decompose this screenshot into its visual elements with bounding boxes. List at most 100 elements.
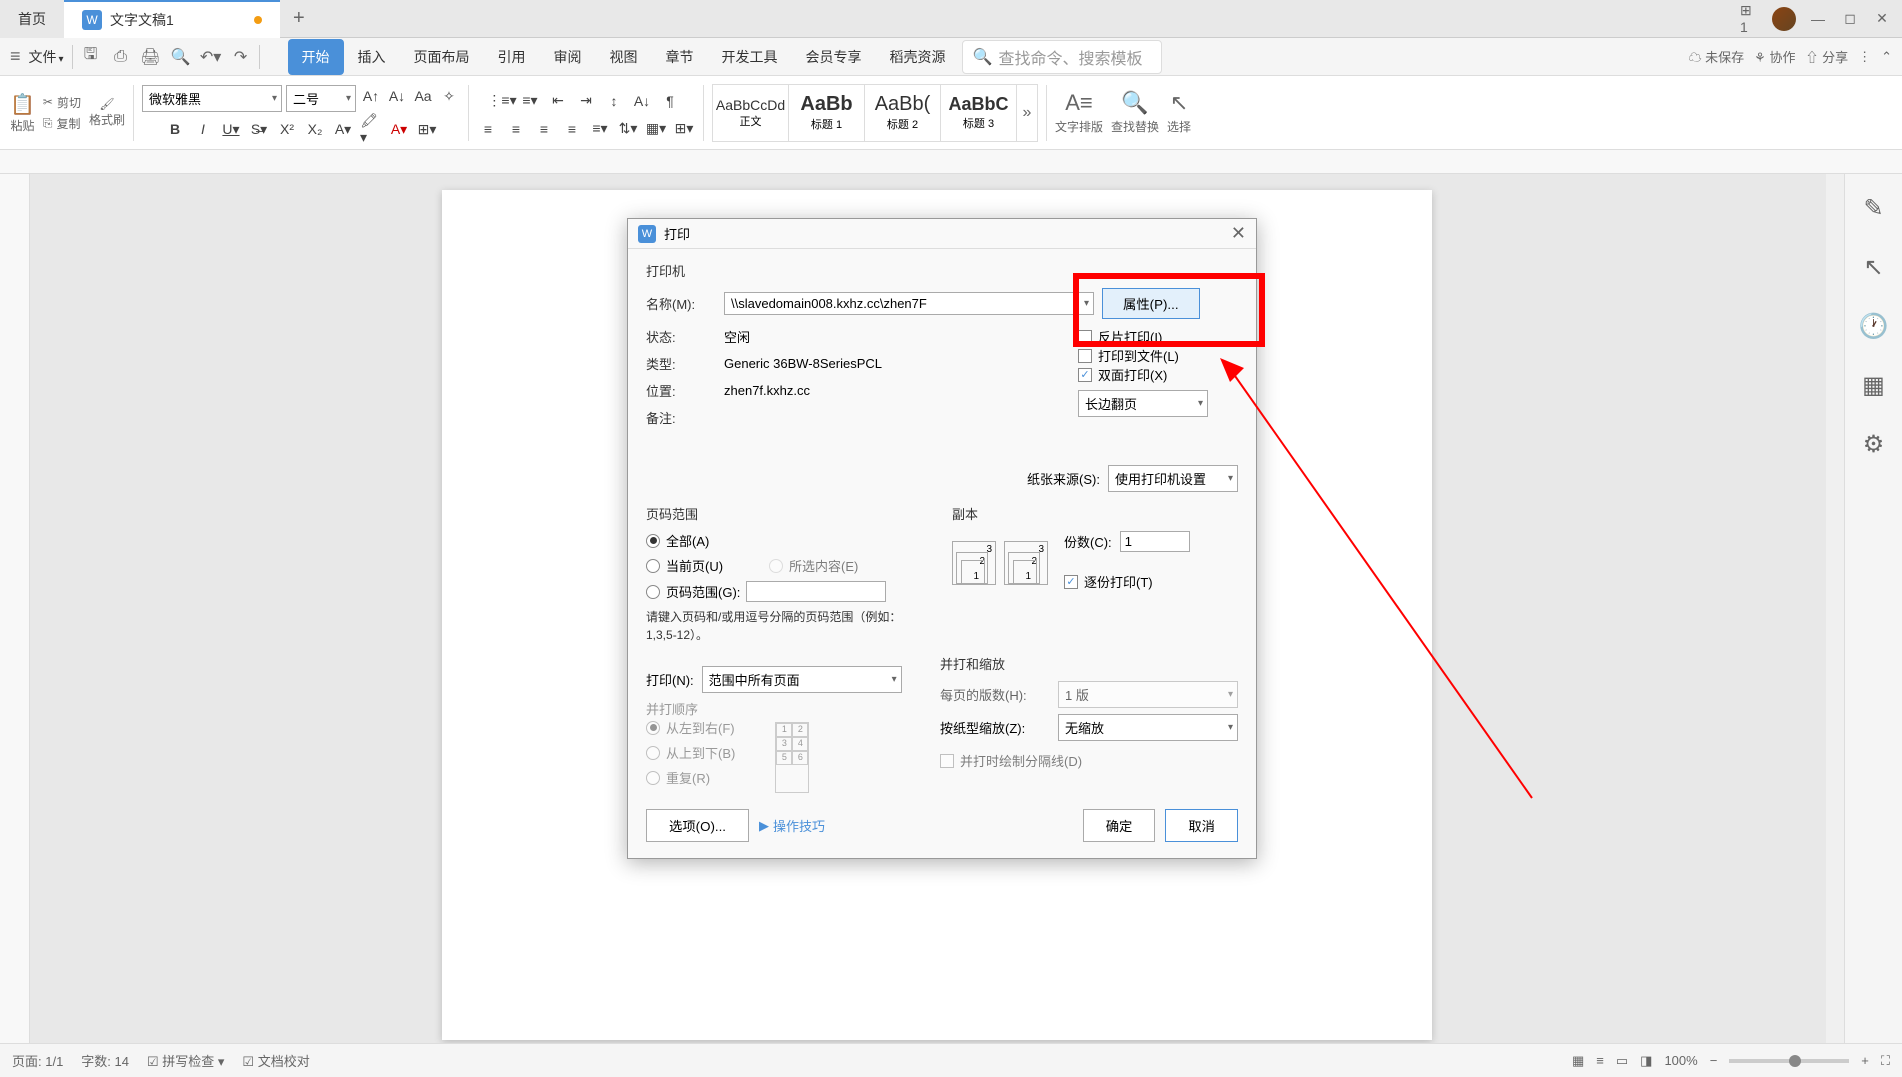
- style-heading1[interactable]: AaBb 标题 1: [789, 85, 865, 141]
- dialog-titlebar[interactable]: W 打印 ✕: [628, 219, 1256, 249]
- text-layout-button[interactable]: A≡ 文字排版: [1055, 90, 1103, 135]
- view-web-icon[interactable]: ≡: [1596, 1053, 1604, 1068]
- format-brush-button[interactable]: 🖌 格式刷: [89, 97, 125, 128]
- bullets-icon[interactable]: ⋮≡▾: [491, 90, 513, 112]
- style-heading2[interactable]: AaBb( 标题 2: [865, 85, 941, 141]
- close-icon[interactable]: ✕: [1872, 9, 1892, 29]
- numbering-icon[interactable]: ≡▾: [519, 90, 541, 112]
- reverse-print-checkbox[interactable]: 反片打印(I): [1078, 327, 1238, 346]
- dialog-close-button[interactable]: ✕: [1231, 223, 1246, 244]
- zoom-out[interactable]: −: [1710, 1053, 1718, 1068]
- undo-icon[interactable]: ↶▾: [201, 47, 221, 67]
- vertical-ruler[interactable]: [0, 174, 30, 1043]
- apps-icon[interactable]: ▦: [1862, 371, 1885, 400]
- cut-button[interactable]: ✂剪切: [43, 94, 81, 111]
- preview-icon[interactable]: 🔍: [171, 47, 191, 67]
- strikethrough-button[interactable]: S̶▾: [248, 118, 270, 140]
- cursor-icon[interactable]: ↖: [1863, 253, 1883, 282]
- view-print-icon[interactable]: ▦: [1572, 1053, 1584, 1069]
- show-marks-icon[interactable]: ¶: [659, 90, 681, 112]
- maximize-icon[interactable]: ◻: [1840, 9, 1860, 29]
- ribbon-tab-devtools[interactable]: 开发工具: [708, 39, 792, 75]
- line-spacing-icon[interactable]: ⇅▾: [617, 118, 639, 140]
- page-range-input[interactable]: [746, 581, 886, 602]
- font-name-select[interactable]: 微软雅黑: [142, 85, 282, 112]
- printer-name-select[interactable]: \\slavedomain008.kxhz.cc\zhen7F: [724, 292, 1094, 315]
- tab-add[interactable]: +: [280, 7, 318, 30]
- search-input[interactable]: 🔍 查找命令、搜索模板: [962, 40, 1162, 74]
- style-more[interactable]: »: [1017, 85, 1037, 141]
- duplex-mode-select[interactable]: 长边翻页: [1078, 390, 1208, 417]
- fullscreen-icon[interactable]: ⛶: [1881, 1053, 1890, 1069]
- shading-icon[interactable]: ▦▾: [645, 118, 667, 140]
- align-left-icon[interactable]: ≡: [477, 118, 499, 140]
- cloud-unsaved[interactable]: ☁ 未保存: [1689, 47, 1745, 66]
- hamburger-icon[interactable]: ≡: [10, 46, 21, 67]
- view-read-icon[interactable]: ◨: [1640, 1053, 1652, 1069]
- font-size-select[interactable]: 二号: [286, 85, 356, 112]
- ok-button[interactable]: 确定: [1083, 809, 1156, 842]
- collapse-ribbon-icon[interactable]: ⌃: [1881, 49, 1892, 65]
- italic-button[interactable]: I: [192, 118, 214, 140]
- align-center-icon[interactable]: ≡: [505, 118, 527, 140]
- increase-font-icon[interactable]: A↑: [360, 85, 382, 107]
- tab-document[interactable]: W 文字文稿1: [64, 0, 280, 38]
- horizontal-ruler[interactable]: [50, 150, 1902, 173]
- zoom-slider[interactable]: [1729, 1059, 1849, 1063]
- ribbon-tab-member[interactable]: 会员专享: [792, 39, 876, 75]
- font-color-button[interactable]: A▾: [388, 118, 410, 140]
- spellcheck-toggle[interactable]: ☑ 拼写检查 ▾: [147, 1051, 224, 1070]
- export-icon[interactable]: ⎙: [111, 47, 131, 67]
- radio-page-range[interactable]: 页码范围(G):: [646, 581, 932, 602]
- indent-icon[interactable]: ⇥: [575, 90, 597, 112]
- select-button[interactable]: ↖ 选择: [1167, 90, 1191, 135]
- highlight-button[interactable]: 🖍▾: [360, 118, 382, 140]
- share-button[interactable]: ⇧ 分享: [1805, 47, 1848, 66]
- ribbon-tab-start[interactable]: 开始: [288, 39, 344, 75]
- style-heading3[interactable]: AaBbC 标题 3: [941, 85, 1017, 141]
- doccheck-toggle[interactable]: ☑ 文档校对: [242, 1051, 309, 1070]
- zoom-in[interactable]: +: [1861, 1053, 1869, 1068]
- change-case-icon[interactable]: Aa: [412, 85, 434, 107]
- copy-button[interactable]: ⎘复制: [43, 115, 81, 132]
- underline-button[interactable]: U▾: [220, 118, 242, 140]
- duplex-checkbox[interactable]: 双面打印(X): [1078, 365, 1238, 384]
- style-normal[interactable]: AaBbCcDd 正文: [713, 85, 789, 141]
- superscript-button[interactable]: X²: [276, 118, 298, 140]
- ribbon-tab-resources[interactable]: 稻壳资源: [876, 39, 960, 75]
- minimize-icon[interactable]: —: [1808, 9, 1828, 29]
- ribbon-tab-sections[interactable]: 章节: [652, 39, 708, 75]
- properties-button[interactable]: 属性(P)...: [1102, 288, 1200, 319]
- radio-all[interactable]: 全部(A): [646, 531, 932, 550]
- ribbon-tab-review[interactable]: 审阅: [540, 39, 596, 75]
- collate-checkbox[interactable]: 逐份打印(T): [1064, 572, 1190, 591]
- decrease-font-icon[interactable]: A↓: [386, 85, 408, 107]
- scrollbar[interactable]: [1826, 174, 1844, 1043]
- bold-button[interactable]: B: [164, 118, 186, 140]
- ribbon-tab-insert[interactable]: 插入: [344, 39, 400, 75]
- text-effects-button[interactable]: A▾: [332, 118, 354, 140]
- borders-icon[interactable]: ⊞▾: [673, 118, 695, 140]
- distribute-icon[interactable]: ≡▾: [589, 118, 611, 140]
- clear-format-icon[interactable]: ✧: [438, 85, 460, 107]
- align-right-icon[interactable]: ≡: [533, 118, 555, 140]
- view-outline-icon[interactable]: ▭: [1616, 1053, 1628, 1069]
- radio-current[interactable]: 当前页(U) 所选内容(E): [646, 556, 932, 575]
- page-indicator[interactable]: 页面: 1/1: [12, 1051, 63, 1070]
- copies-spinner[interactable]: [1120, 531, 1190, 552]
- print-icon[interactable]: 🖨: [141, 47, 161, 67]
- pencil-icon[interactable]: ✎: [1863, 194, 1883, 223]
- sort-icon[interactable]: A↓: [631, 90, 653, 112]
- gear-icon[interactable]: ⚙: [1863, 430, 1885, 459]
- paper-source-select[interactable]: 使用打印机设置: [1108, 465, 1238, 492]
- zoom-value[interactable]: 100%: [1664, 1053, 1697, 1068]
- redo-icon[interactable]: ↷: [231, 47, 251, 67]
- word-count[interactable]: 字数: 14: [81, 1051, 129, 1070]
- scale-to-select[interactable]: 无缩放: [1058, 714, 1238, 741]
- clock-icon[interactable]: 🕐: [1859, 312, 1889, 341]
- cancel-button[interactable]: 取消: [1165, 809, 1238, 842]
- window-tile-icon[interactable]: ⊞ 1: [1740, 9, 1760, 29]
- user-avatar[interactable]: [1772, 7, 1796, 31]
- options-button[interactable]: 选项(O)...: [646, 809, 749, 842]
- ribbon-tab-references[interactable]: 引用: [484, 39, 540, 75]
